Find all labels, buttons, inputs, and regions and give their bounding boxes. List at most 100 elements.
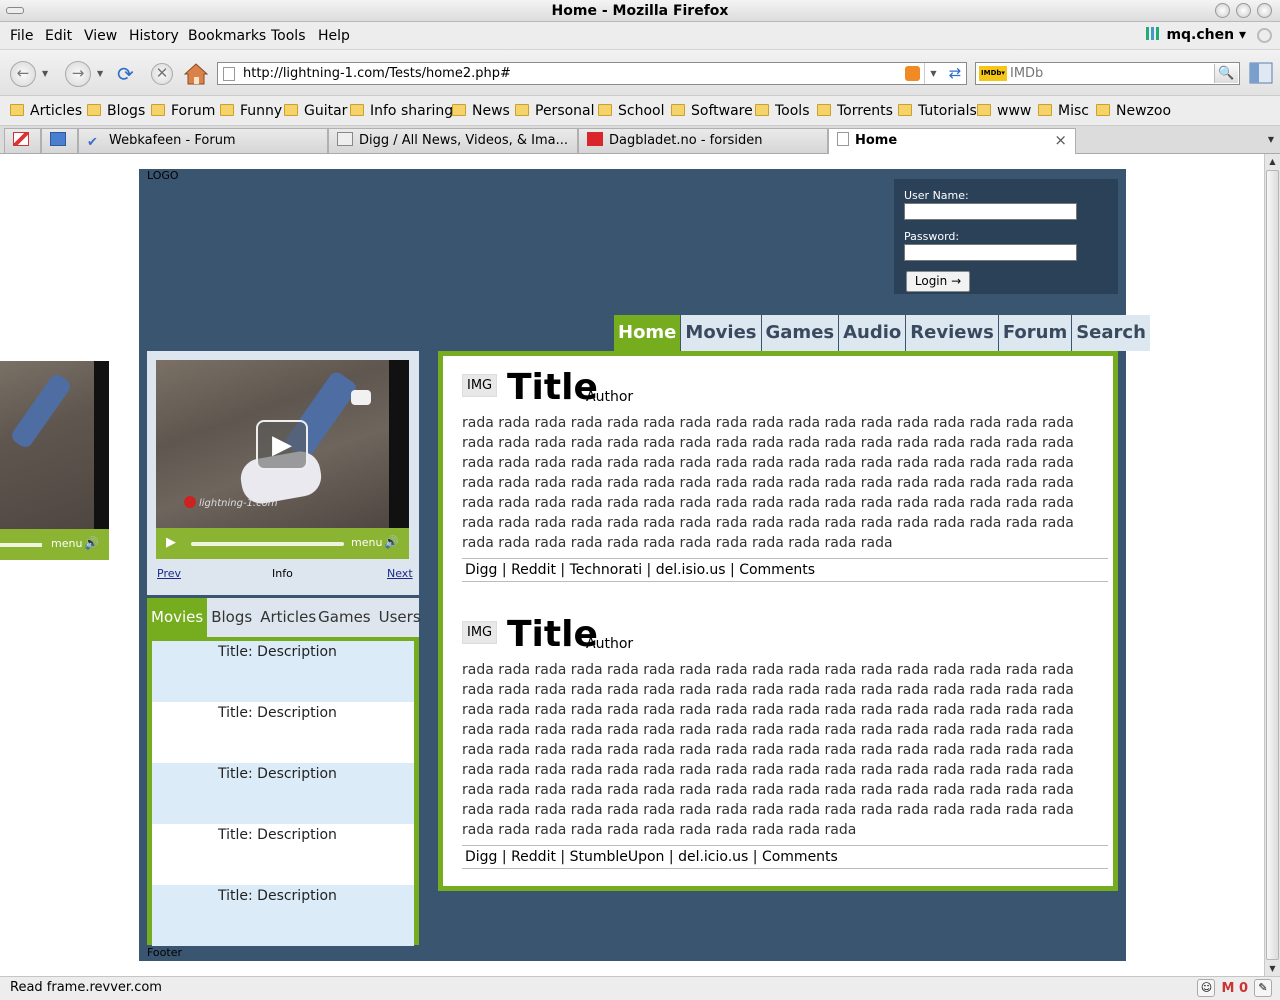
minimize-icon[interactable] [1215, 3, 1230, 18]
rss-feed-icon[interactable] [905, 66, 920, 81]
nav-reviews[interactable]: Reviews [906, 315, 998, 351]
menu-bookmarks[interactable]: Bookmarks [188, 28, 266, 44]
imdb-icon[interactable]: IMDb▾ [979, 66, 1007, 81]
bookmark-forum[interactable]: Forum [151, 103, 215, 119]
list-item[interactable]: Title: Description [152, 702, 414, 763]
scrollbar-thumb[interactable] [1266, 170, 1279, 960]
bookmark-newzoo[interactable]: Newzoo [1096, 103, 1171, 119]
menu-view[interactable]: View [84, 28, 117, 44]
back-history-dropdown-icon[interactable]: ▼ [42, 69, 48, 78]
url-history-dropdown-icon[interactable]: ▼ [924, 63, 942, 84]
menu-history[interactable]: History [129, 28, 179, 44]
forward-history-dropdown-icon[interactable]: ▼ [97, 69, 103, 78]
user-account-menu[interactable]: mq.chen ▾ [1146, 27, 1246, 43]
window-menu-icon[interactable] [6, 7, 24, 14]
tab-home[interactable]: Home × [828, 128, 1076, 155]
bookmark-blogs[interactable]: Blogs [87, 103, 145, 119]
back-icon[interactable]: ← [10, 61, 36, 87]
bookmark-news[interactable]: News [452, 103, 510, 119]
list-item[interactable]: Title: Description [152, 763, 414, 824]
play-icon[interactable]: ▶ [166, 535, 176, 550]
bookmark-guitar[interactable]: Guitar [284, 103, 347, 119]
tab-gmail[interactable] [4, 128, 41, 153]
comments-link[interactable]: Comments [739, 562, 815, 578]
bookmark-software[interactable]: Software [671, 103, 753, 119]
scroll-down-icon[interactable]: ▼ [1265, 961, 1280, 976]
next-link[interactable]: Next [387, 567, 413, 580]
maximize-icon[interactable] [1236, 3, 1251, 18]
bookmark-misc[interactable]: Misc [1038, 103, 1089, 119]
tab-digg[interactable]: Digg / All News, Videos, & Ima... [328, 128, 578, 153]
tab-dagbladet[interactable]: Dagbladet.no - forsiden [578, 128, 828, 153]
go-icon[interactable]: ⇄ [946, 65, 964, 82]
bookmark-funny[interactable]: Funny [220, 103, 282, 119]
address-url[interactable]: http://lightning-1.com/Tests/home2.php# [243, 66, 511, 81]
bookmark-info-sharing[interactable]: Info sharing [350, 103, 453, 119]
search-icon[interactable]: 🔍 [1214, 64, 1238, 83]
share-reddit-link[interactable]: Reddit [511, 849, 556, 865]
side-tab-blogs[interactable]: Blogs [207, 598, 256, 637]
share-stumbleupon-link[interactable]: StumbleUpon [570, 849, 665, 865]
list-item[interactable]: Title: Description [152, 885, 414, 946]
share-delicious-link[interactable]: del.isio.us [656, 562, 726, 578]
sidebar-toggle-icon[interactable] [1248, 60, 1274, 86]
post-share-links: Digg | Reddit | Technorati | del.isio.us… [462, 558, 1108, 582]
bookmark-personal[interactable]: Personal [515, 103, 595, 119]
forward-icon[interactable]: → [65, 61, 91, 87]
volume-icon[interactable]: 🔊 [384, 535, 399, 549]
login-button[interactable]: Login → [906, 271, 970, 292]
scroll-up-icon[interactable]: ▲ [1265, 154, 1280, 169]
tab-webkafeen[interactable]: ✔ Webkafeen - Forum [78, 128, 328, 153]
pencil-icon[interactable]: ✎ [1254, 979, 1272, 997]
play-overlay-icon[interactable]: ▶ [256, 420, 308, 470]
nav-home[interactable]: Home [614, 315, 681, 351]
bookmark-articles[interactable]: Articles [10, 103, 82, 119]
bookmark-tools[interactable]: Tools [755, 103, 810, 119]
close-window-icon[interactable] [1257, 3, 1272, 18]
comments-link[interactable]: Comments [762, 849, 838, 865]
menu-file[interactable]: File [10, 28, 33, 44]
bookmark-school[interactable]: School [598, 103, 664, 119]
menu-edit[interactable]: Edit [45, 28, 72, 44]
nav-audio[interactable]: Audio [839, 315, 906, 351]
list-item[interactable]: Title: Description [152, 641, 414, 702]
stop-icon[interactable]: ✕ [151, 63, 173, 85]
close-tab-icon[interactable]: × [1054, 129, 1067, 152]
tab-list-dropdown-icon[interactable]: ▼ [1264, 130, 1278, 150]
bookmark-torrents[interactable]: Torrents [817, 103, 893, 119]
player-menu-button[interactable]: menu [351, 536, 382, 549]
side-tab-games[interactable]: Games [316, 598, 374, 637]
gmail-notifier[interactable]: M 0 [1221, 981, 1248, 996]
bookmark-www[interactable]: www [977, 103, 1031, 119]
search-input[interactable] [1010, 64, 1210, 83]
menu-tools[interactable]: Tools [271, 28, 306, 44]
seek-bar[interactable] [191, 542, 344, 546]
nav-movies[interactable]: Movies [681, 315, 761, 351]
menu-help[interactable]: Help [318, 28, 350, 44]
share-technorati-link[interactable]: Technorati [570, 562, 643, 578]
nav-search[interactable]: Search [1072, 315, 1150, 351]
list-item[interactable]: Title: Description [152, 824, 414, 885]
username-input[interactable] [904, 203, 1077, 220]
password-input[interactable] [904, 244, 1077, 261]
side-tab-movies[interactable]: Movies [147, 598, 208, 637]
side-tab-articles[interactable]: Articles [256, 598, 316, 637]
vertical-scrollbar[interactable]: ▲ ▼ [1264, 154, 1280, 976]
tab-reader[interactable] [41, 128, 78, 153]
bookmark-tutorials[interactable]: Tutorials [898, 103, 977, 119]
side-tab-users[interactable]: Users [375, 598, 425, 637]
addon-status-icon[interactable]: ☺ [1197, 979, 1216, 997]
home-icon[interactable] [184, 62, 208, 86]
video-frame[interactable]: ▶ lightning-1.com [156, 360, 409, 528]
nav-games[interactable]: Games [761, 315, 839, 351]
nav-forum[interactable]: Forum [998, 315, 1072, 351]
share-digg-link[interactable]: Digg [465, 562, 497, 578]
address-bar[interactable]: http://lightning-1.com/Tests/home2.php# … [217, 62, 967, 85]
post-title[interactable]: Title [507, 368, 598, 408]
post-title[interactable]: Title [507, 615, 598, 655]
share-digg-link[interactable]: Digg [465, 849, 497, 865]
share-reddit-link[interactable]: Reddit [511, 562, 556, 578]
reload-icon[interactable]: ⟳ [117, 64, 134, 84]
share-delicious-link[interactable]: del.icio.us [678, 849, 748, 865]
prev-link[interactable]: Prev [157, 567, 181, 580]
